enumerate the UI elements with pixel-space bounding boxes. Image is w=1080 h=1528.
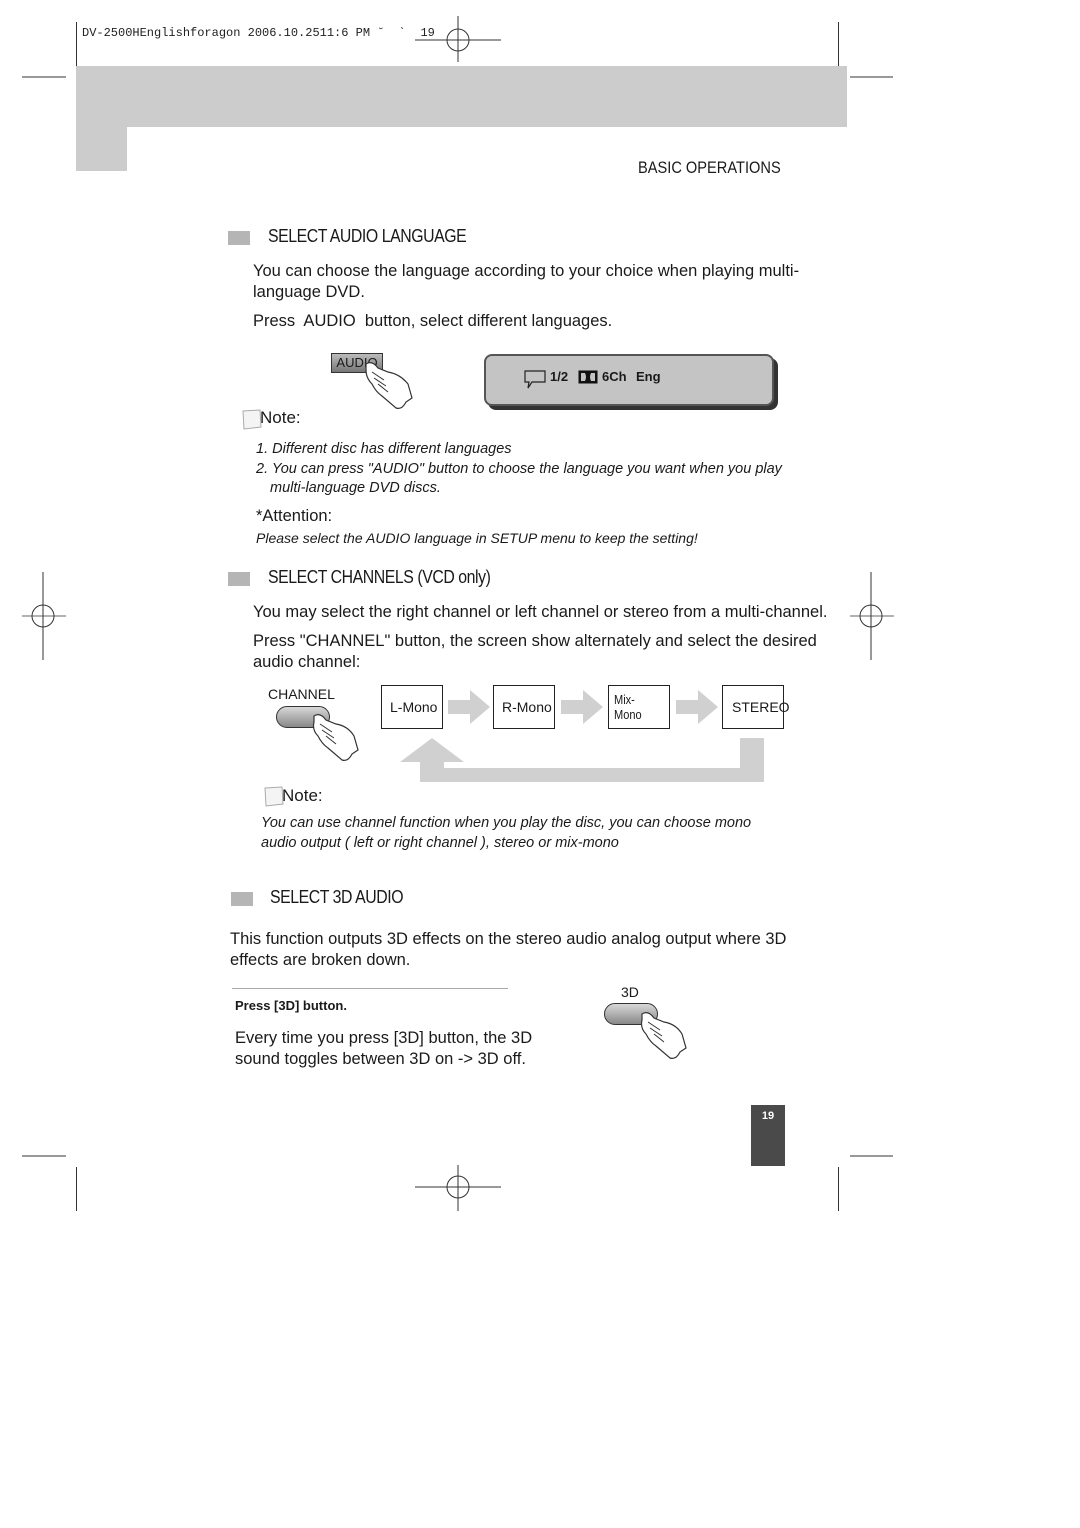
paragraph: effects are broken down. xyxy=(230,951,411,969)
note-label: Note: xyxy=(282,786,323,805)
pressing-hand-icon xyxy=(365,362,413,409)
osd-language: Eng xyxy=(636,369,661,384)
crop-mark xyxy=(22,1155,66,1157)
crop-mark xyxy=(838,1167,839,1211)
on-screen-display: 1/2 6Ch Eng xyxy=(484,354,774,406)
crop-mark xyxy=(76,22,77,66)
press-3d-label: Press [3D] button. xyxy=(235,998,347,1013)
crop-mark xyxy=(850,76,893,78)
mode-box-stereo: STEREO xyxy=(722,685,790,729)
pressing-hand-icon xyxy=(640,1012,687,1059)
print-slug: DV-2500HEnglishforagon 2006.10.2511:6 PM… xyxy=(82,26,435,40)
note-item: 2. You can press "AUDIO" button to choos… xyxy=(256,461,782,477)
paragraph: Press "CHANNEL" button, the screen show … xyxy=(253,632,817,650)
section-title-channels: SELECT CHANNELS (VCD only) xyxy=(268,567,491,587)
arrow-right-icon xyxy=(448,690,490,724)
pressing-hand-icon xyxy=(312,714,359,761)
crop-mark xyxy=(22,76,66,78)
section-bullet xyxy=(228,231,250,245)
paragraph: audio channel: xyxy=(253,653,361,671)
attention-text: Please select the AUDIO language in SETU… xyxy=(256,530,698,546)
paragraph: language DVD. xyxy=(253,283,365,301)
mode-box-mix-mono: Mix-Mono xyxy=(608,685,670,729)
paragraph: You may select the right channel or left… xyxy=(253,603,828,621)
loop-back-arrow-icon xyxy=(400,738,764,782)
arrow-right-icon xyxy=(676,690,718,724)
paragraph: Every time you press [3D] button, the 3D xyxy=(235,1029,533,1047)
attention-label: *Attention: xyxy=(256,507,333,525)
note-item: 1. Different disc has different language… xyxy=(256,441,512,457)
page-number: 19 xyxy=(751,1105,785,1166)
dolby-digital-icon xyxy=(578,370,598,384)
note-label: Note: xyxy=(260,408,301,427)
paragraph: This function outputs 3D effects on the … xyxy=(230,930,787,948)
running-head: BASIC OPERATIONS xyxy=(638,158,781,177)
divider xyxy=(232,988,508,989)
3d-button-label: 3D xyxy=(621,984,639,1000)
channel-button-label: CHANNEL xyxy=(268,686,335,702)
mode-box-l-mono: L-Mono xyxy=(381,685,443,729)
registration-mark-icon xyxy=(850,572,894,660)
mode-label: L-Mono xyxy=(390,699,438,715)
speech-bubble-icon xyxy=(524,370,546,389)
section-bullet xyxy=(228,572,250,586)
section-bullet xyxy=(231,892,253,906)
paragraph: Press AUDIO button, select different lan… xyxy=(253,312,613,330)
paragraph: sound toggles between 3D on -> 3D off. xyxy=(235,1050,526,1068)
registration-mark-icon xyxy=(22,572,66,660)
mode-label: STEREO xyxy=(732,699,790,715)
section-title-3d-audio: SELECT 3D AUDIO xyxy=(270,887,404,907)
header-tab xyxy=(76,127,127,171)
header-band xyxy=(76,66,847,127)
mode-label: Mix-Mono xyxy=(614,692,642,722)
crop-mark xyxy=(76,1167,77,1211)
registration-mark-icon xyxy=(415,1165,501,1211)
osd-track: 1/2 xyxy=(550,369,569,384)
crop-mark xyxy=(838,22,839,66)
note-text: audio output ( left or right channel ), … xyxy=(261,835,619,851)
osd-channels: 6Ch xyxy=(602,369,627,384)
arrow-right-icon xyxy=(561,690,603,724)
crop-mark xyxy=(850,1155,893,1157)
note-item: multi-language DVD discs. xyxy=(270,480,441,496)
paragraph: You can choose the language according to… xyxy=(253,262,800,280)
note-text: You can use channel function when you pl… xyxy=(261,815,752,831)
mode-box-r-mono: R-Mono xyxy=(493,685,555,729)
section-title-audio-language: SELECT AUDIO LANGUAGE xyxy=(268,226,467,246)
mode-label: R-Mono xyxy=(502,699,552,715)
